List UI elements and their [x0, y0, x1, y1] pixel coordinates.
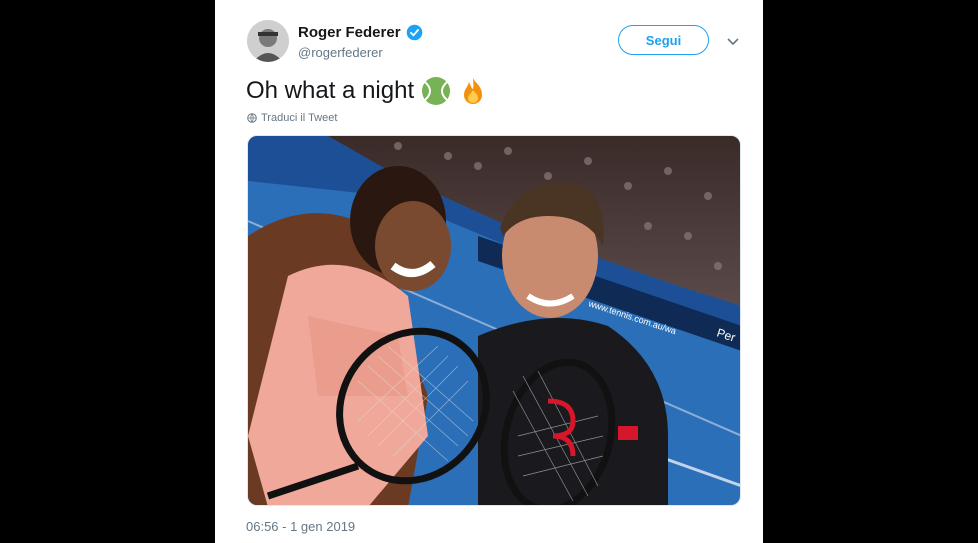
fire-emoji: [464, 78, 483, 104]
tweet-text-content: Oh what a night: [246, 77, 415, 104]
translate-label[interactable]: Traduci il Tweet: [261, 112, 337, 124]
author-name-row[interactable]: Roger Federer: [298, 24, 423, 41]
tennis-ball-emoji: [422, 77, 451, 105]
tweet-card: Roger Federer @rogerfederer Segui Oh wha…: [215, 0, 763, 543]
tweet-photo[interactable]: www.tennis.com.au/wa Per: [247, 135, 741, 506]
verified-badge-icon: [406, 24, 422, 41]
tweet-text: Oh what a night: [246, 76, 488, 106]
author-handle[interactable]: @rogerfederer: [298, 45, 383, 60]
translate-tweet-link[interactable]: Traduci il Tweet: [247, 112, 337, 124]
follow-button[interactable]: Segui: [618, 25, 709, 55]
avatar-image: [247, 20, 289, 62]
author-name[interactable]: Roger Federer: [298, 24, 401, 41]
selfie-photo: www.tennis.com.au/wa Per: [248, 136, 740, 505]
author-avatar[interactable]: [247, 20, 289, 62]
globe-icon: [247, 113, 257, 123]
chevron-down-icon[interactable]: [726, 34, 740, 48]
tweet-timestamp[interactable]: 06:56 - 1 gen 2019: [246, 519, 355, 534]
